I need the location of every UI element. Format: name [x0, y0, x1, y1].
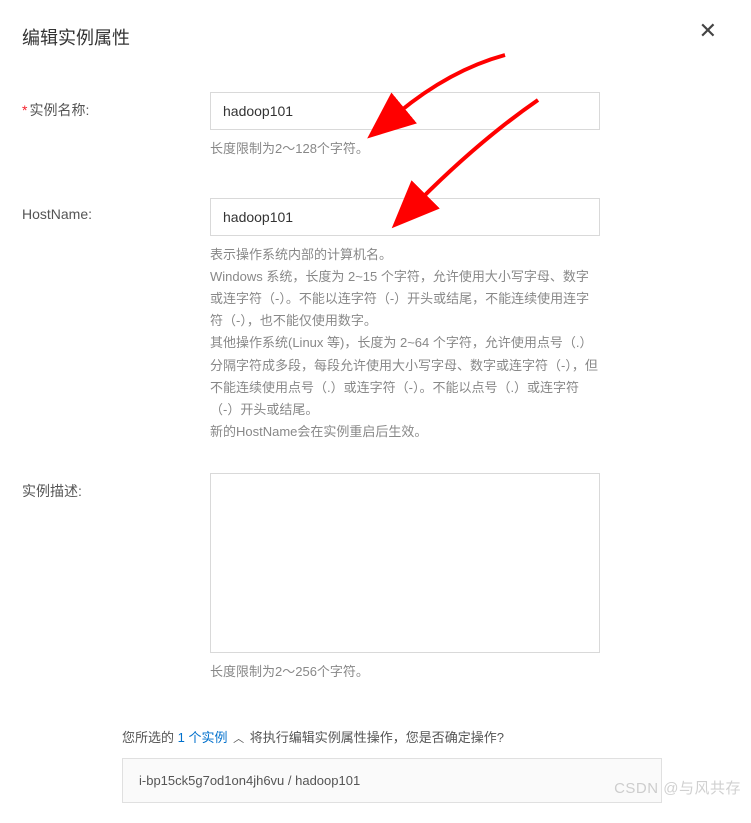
confirm-text: 您所选的 1 个实例 ︿ 将执行编辑实例属性操作，您是否确定操作? [122, 727, 723, 746]
label-instance-name: *实例名称: [22, 92, 210, 120]
description-hint: 长度限制为2～256个字符。 [210, 661, 600, 683]
instance-name-hint: 长度限制为2～128个字符。 [210, 138, 600, 160]
instance-count-link[interactable]: 1 个实例 [178, 730, 228, 745]
description-input[interactable] [210, 473, 600, 653]
selected-instance-box: i-bp15ck5g7od1on4jh6vu / hadoop101 [122, 758, 662, 803]
dialog-title: 编辑实例属性 [22, 24, 130, 50]
label-hostname: HostName: [22, 198, 210, 222]
row-hostname: HostName: 表示操作系统内部的计算机名。 Windows 系统，长度为 … [22, 198, 723, 443]
label-description: 实例描述: [22, 473, 210, 501]
required-star-icon: * [22, 102, 27, 118]
row-instance-name: *实例名称: 长度限制为2～128个字符。 [22, 92, 723, 160]
dialog: 编辑实例属性 ✕ *实例名称: 长度限制为2～128个字符。 HostName:… [0, 0, 751, 823]
hostname-hint: 表示操作系统内部的计算机名。 Windows 系统，长度为 2~15 个字符，允… [210, 244, 600, 443]
row-description: 实例描述: 长度限制为2～256个字符。 [22, 473, 723, 683]
hostname-input[interactable] [210, 198, 600, 236]
close-icon[interactable]: ✕ [699, 20, 717, 42]
dialog-header: 编辑实例属性 ✕ [22, 24, 723, 50]
caret-up-icon: ︿ [233, 733, 244, 745]
instance-name-input[interactable] [210, 92, 600, 130]
